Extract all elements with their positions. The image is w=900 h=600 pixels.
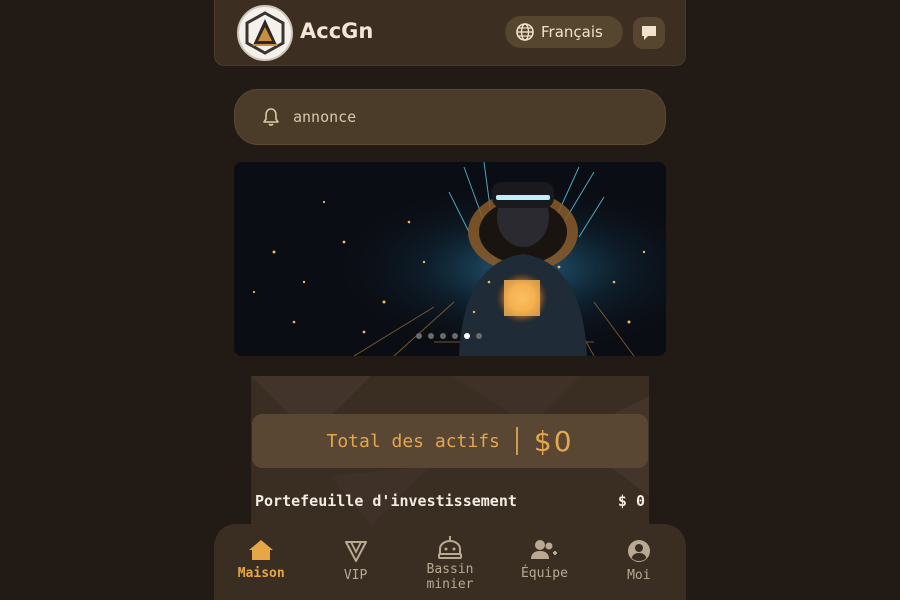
top-header: AccGn Français: [214, 0, 686, 66]
language-label: Français: [541, 23, 603, 41]
bottom-navigation: Maison VIP Bassin minier Équipe Moi: [214, 524, 686, 600]
language-selector[interactable]: Français: [505, 16, 623, 48]
banner-dot[interactable]: [416, 333, 422, 339]
assets-card: Total des actifs $0 Portefeuille d'inves…: [251, 376, 649, 526]
nav-item-moi[interactable]: Moi: [592, 524, 686, 600]
mining-pool-icon: [438, 536, 463, 559]
investment-wallet-value: $ 0: [617, 492, 645, 510]
app-container: AccGn Français annonce Total des actifs …: [214, 0, 686, 600]
accgn-logo-icon[interactable]: [237, 5, 293, 61]
nav-item-equipe[interactable]: Équipe: [497, 524, 591, 600]
app-name: AccGn: [300, 19, 374, 43]
banner-dot[interactable]: [476, 333, 482, 339]
banner-dot[interactable]: [440, 333, 446, 339]
investment-wallet-row: Portefeuille d'investissement $ 0: [255, 492, 645, 510]
investment-wallet-label: Portefeuille d'investissement: [255, 492, 517, 510]
divider: [515, 427, 518, 455]
total-assets-box: Total des actifs $0: [252, 414, 648, 468]
banner-pagination: [416, 333, 482, 339]
promo-banner[interactable]: [234, 162, 666, 356]
announcement-bar[interactable]: annonce: [234, 89, 666, 145]
nav-item-vip[interactable]: VIP: [308, 524, 402, 600]
chat-button[interactable]: [633, 17, 665, 49]
globe-icon: [516, 23, 534, 41]
nav-label-bassin-minier: Bassin minier: [426, 562, 474, 592]
banner-dot[interactable]: [452, 333, 458, 339]
vip-icon: [344, 541, 367, 562]
nav-item-bassin-minier[interactable]: Bassin minier: [403, 524, 497, 600]
team-icon: [531, 540, 558, 559]
nav-label-equipe: Équipe: [520, 566, 568, 581]
total-assets-label: Total des actifs: [326, 430, 500, 452]
nav-label-moi: Moi: [627, 568, 651, 583]
home-icon: [249, 540, 274, 560]
banner-dot-active[interactable]: [464, 333, 470, 339]
announcement-text: annonce: [293, 108, 357, 126]
nav-item-maison[interactable]: Maison: [214, 524, 308, 600]
banner-dot[interactable]: [428, 333, 434, 339]
chat-icon: [642, 26, 656, 40]
profile-icon: [627, 540, 650, 562]
total-assets-value: $0: [533, 424, 574, 458]
nav-label-vip: VIP: [343, 568, 368, 583]
banner-image: [234, 162, 666, 356]
nav-label-maison: Maison: [237, 566, 285, 581]
bell-icon: [263, 108, 279, 126]
